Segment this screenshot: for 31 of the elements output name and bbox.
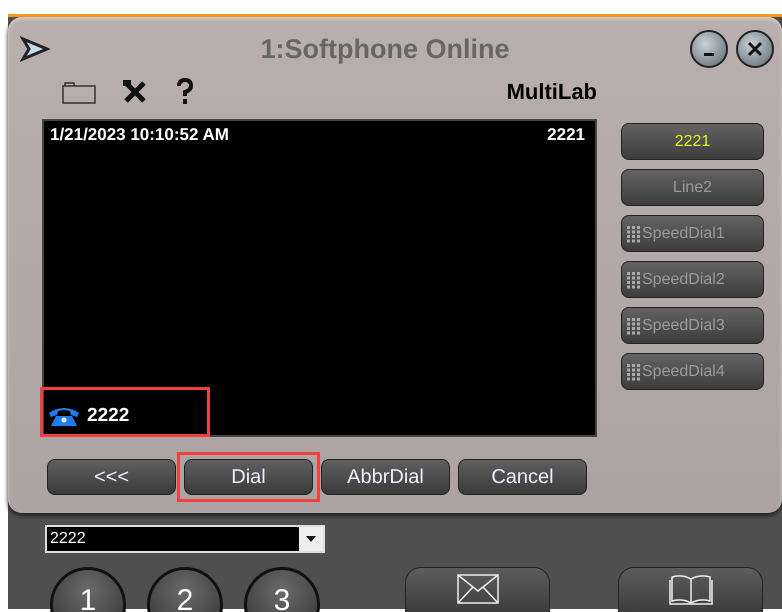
window-title: 1:Softphone Online xyxy=(260,34,510,64)
minimize-icon xyxy=(704,52,714,56)
book-icon xyxy=(668,574,714,606)
help-icon[interactable] xyxy=(176,78,194,106)
keypad-icon xyxy=(626,316,642,334)
keypad-key[interactable]: 3 xyxy=(244,567,320,612)
action-button[interactable]: Cancel xyxy=(458,459,587,495)
close-button[interactable] xyxy=(736,30,774,68)
minimize-button[interactable] xyxy=(690,30,728,68)
number-combo[interactable]: 2222 xyxy=(45,525,325,553)
line-button[interactable]: 2221 xyxy=(621,123,764,160)
phonebook-button[interactable] xyxy=(618,567,763,612)
close-icon xyxy=(746,40,764,58)
dialed-number: 2222 xyxy=(87,405,130,427)
play-icon[interactable] xyxy=(20,36,50,62)
phone-icon xyxy=(47,405,81,427)
keypad-key[interactable]: 2 xyxy=(147,567,223,612)
action-button[interactable]: AbbrDial xyxy=(321,459,450,495)
action-button[interactable]: <<< xyxy=(47,459,176,495)
message-button[interactable] xyxy=(405,567,550,612)
call-datetime: 1/21/2023 10:10:52 AM xyxy=(50,125,229,145)
envelope-icon xyxy=(456,574,498,604)
action-button[interactable]: Dial xyxy=(184,459,313,495)
keypad-key[interactable]: 1 xyxy=(50,567,126,612)
folder-icon[interactable] xyxy=(62,80,96,104)
account-name: MultiLab xyxy=(506,79,597,105)
line-number: 2221 xyxy=(547,125,585,145)
keypad-icon xyxy=(626,224,642,242)
keypad-icon xyxy=(626,362,642,380)
keypad-icon xyxy=(626,270,642,288)
caret-icon[interactable] xyxy=(306,536,316,542)
